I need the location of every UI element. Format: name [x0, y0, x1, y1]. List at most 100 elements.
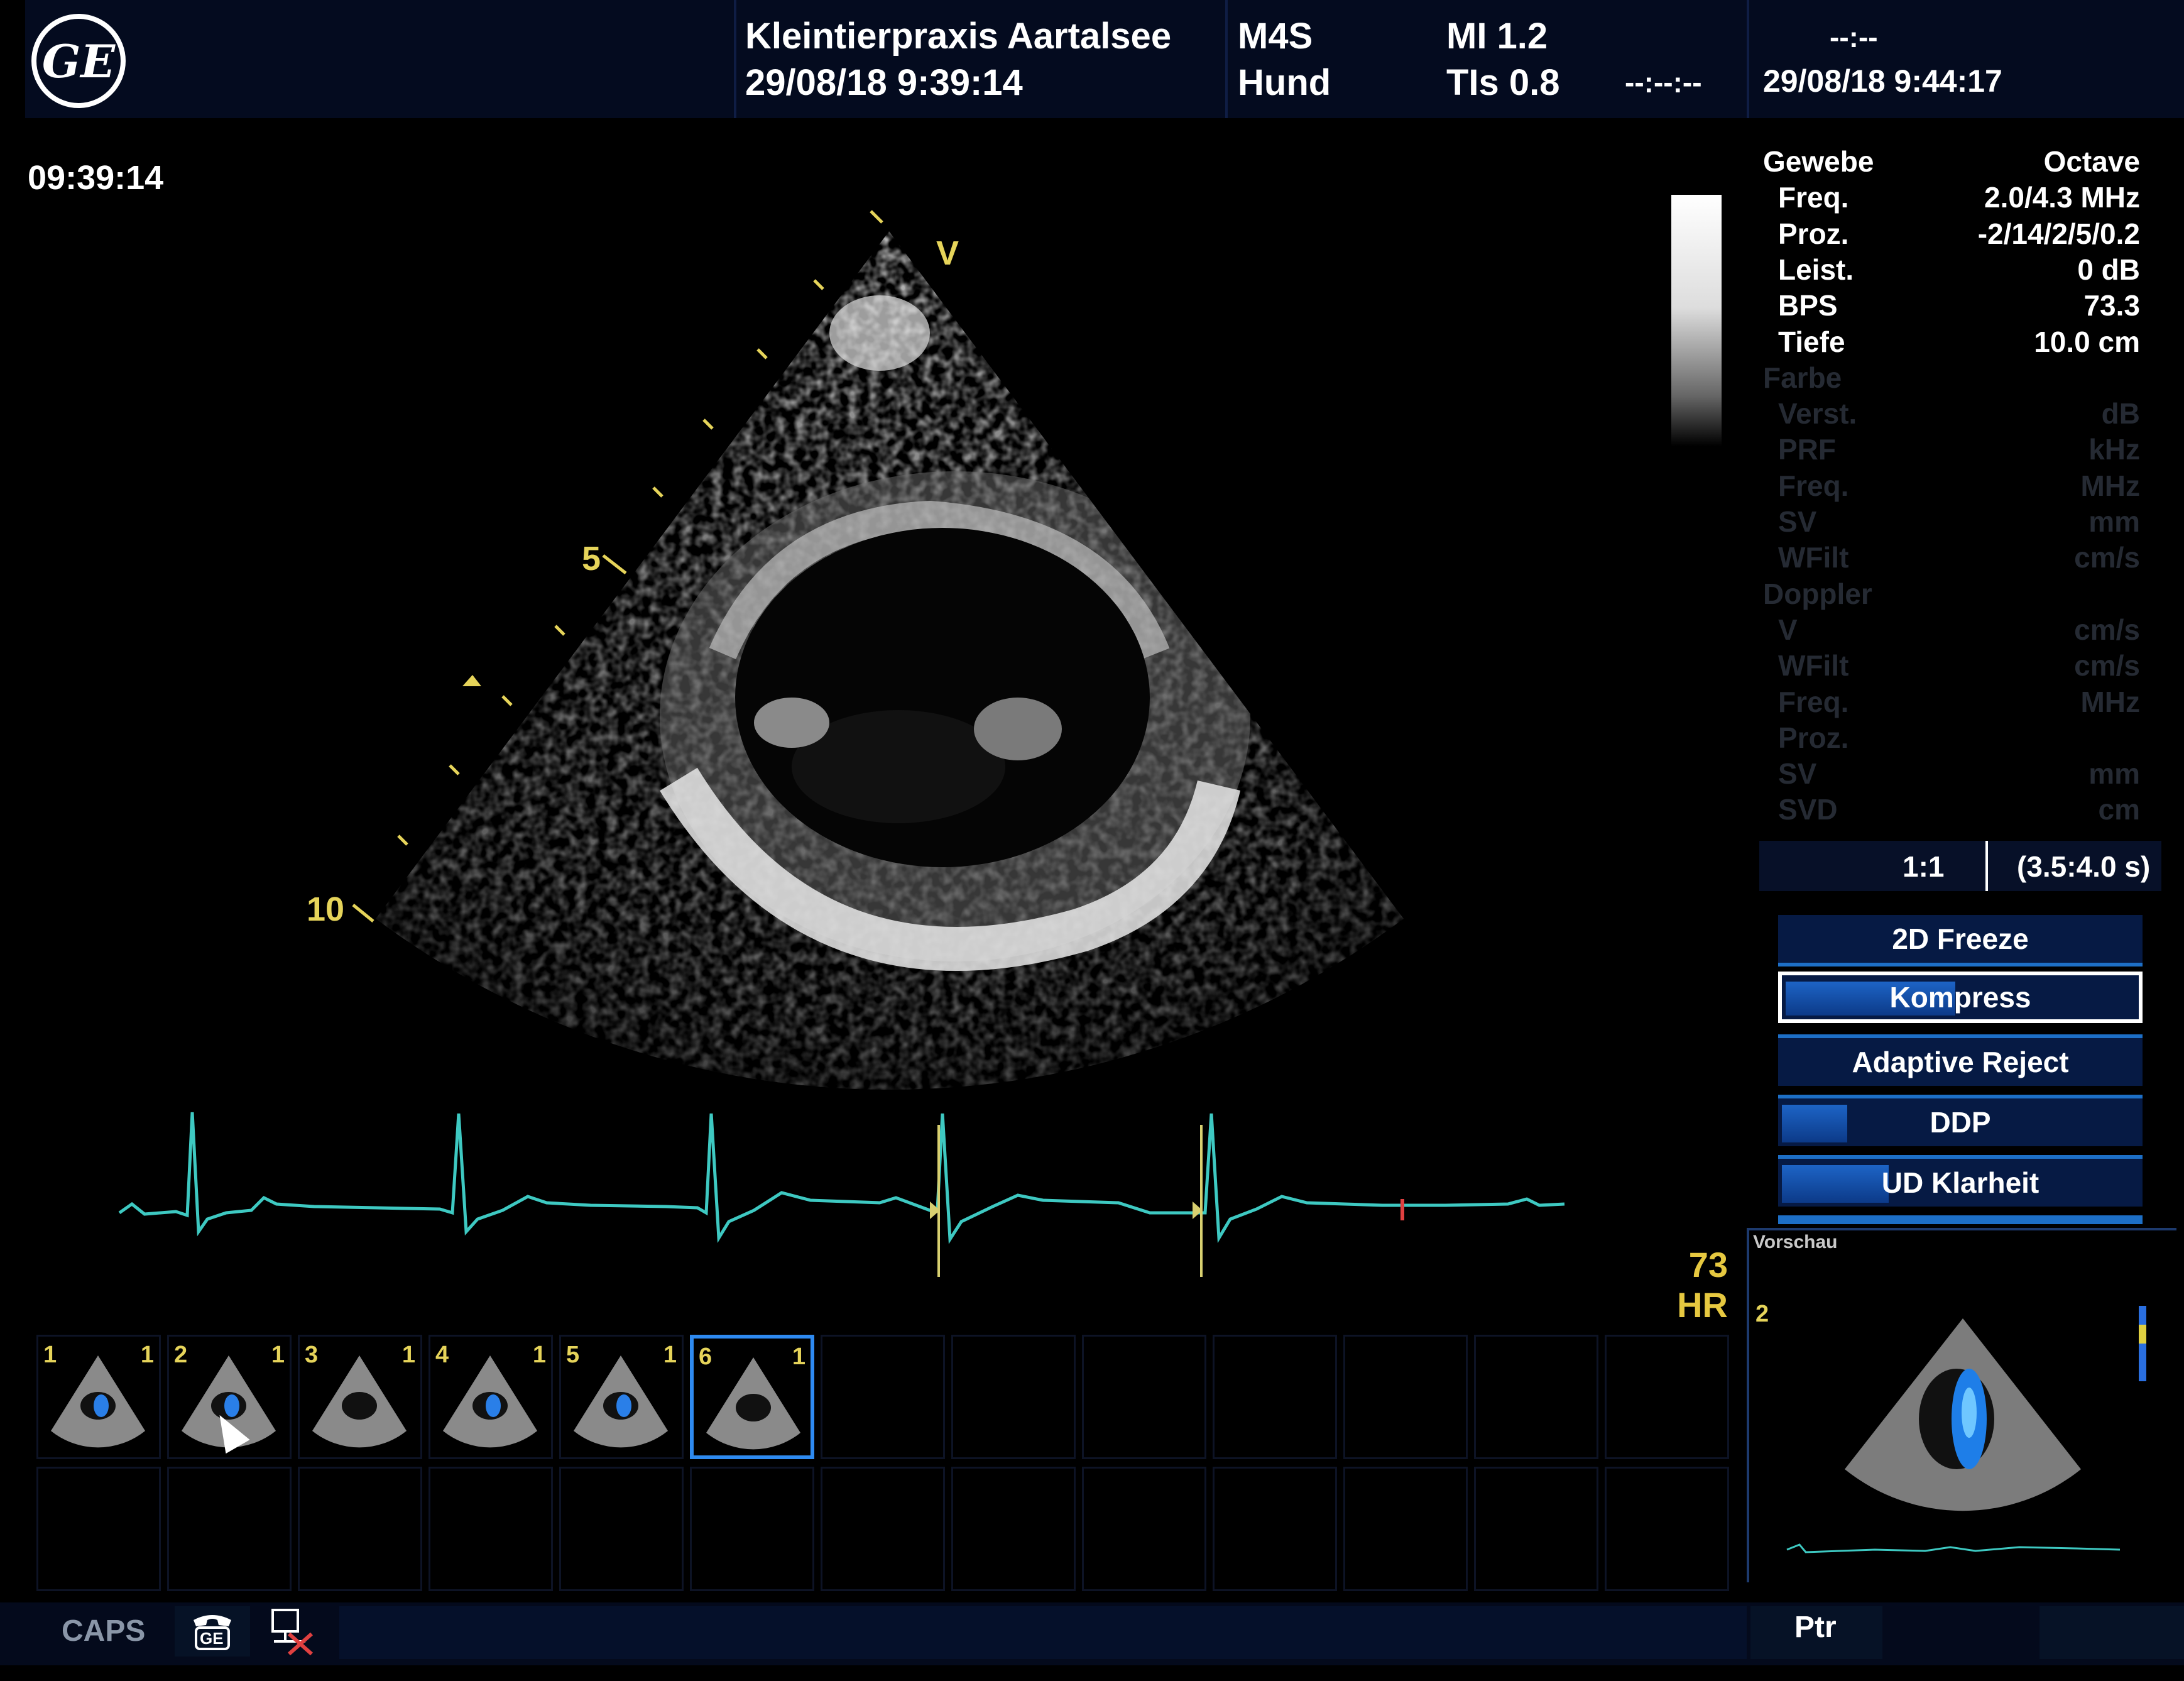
param-label: Gewebe	[1763, 145, 1874, 178]
status-field-right	[2039, 1606, 2184, 1659]
param-value: cm	[2098, 793, 2140, 826]
param-label: V	[1778, 613, 1798, 646]
empty-thumbnail-slot	[559, 1467, 684, 1591]
heart-rate-value: 73	[1688, 1245, 1728, 1284]
param-value: MHz	[2080, 685, 2140, 718]
thumbnail-index: 3	[305, 1342, 319, 1368]
thumbnail-count: 1	[401, 1342, 415, 1368]
param-label: WFilt	[1778, 541, 1849, 574]
2d-freeze-button[interactable]: 2D Freeze	[1778, 915, 2143, 966]
param-label: Freq.	[1778, 469, 1849, 502]
param-value: 0 dB	[2077, 253, 2140, 286]
param-row: Farbe	[1753, 361, 2180, 396]
status-field	[339, 1606, 1747, 1659]
param-row: WFilt cm/s	[1753, 540, 2180, 576]
empty-thumbnail-slot	[1343, 1335, 1468, 1459]
phone-icon-label: GE	[200, 1629, 224, 1648]
empty-thumbnail-slot	[821, 1467, 945, 1591]
param-row: Freq. MHz	[1753, 685, 2180, 720]
empty-thumbnail-slot	[167, 1467, 292, 1591]
caps-lock-indicator: CAPS	[62, 1614, 146, 1648]
clip-thumbnail[interactable]: 41	[429, 1335, 553, 1459]
param-label: Doppler	[1763, 577, 1872, 610]
param-row: Doppler	[1753, 577, 2180, 612]
param-label: Proz.	[1778, 721, 1849, 754]
thumbnail-count: 1	[792, 1344, 805, 1370]
clip-thumbnail[interactable]: 11	[36, 1335, 161, 1459]
param-value: -2/14/2/5/0.2	[1977, 217, 2140, 250]
param-row: PRF kHz	[1753, 432, 2180, 468]
param-label: SV	[1778, 757, 1817, 791]
thumbnail-count: 1	[271, 1342, 285, 1368]
param-label: Freq.	[1778, 685, 1849, 718]
param-value: mm	[2088, 757, 2140, 791]
param-value: 73.3	[2083, 289, 2140, 322]
param-label: Proz.	[1778, 217, 1849, 250]
empty-thumbnail-slot	[298, 1467, 422, 1591]
kompress-label: Kompress	[1889, 981, 2031, 1014]
param-value: mm	[2088, 505, 2140, 538]
ddp-label: DDP	[1930, 1106, 1991, 1139]
playback-divider	[1985, 841, 1988, 891]
button-list-scroll-edge	[1778, 1215, 2143, 1224]
param-value: dB	[2101, 397, 2140, 430]
param-label: PRF	[1778, 433, 1836, 466]
preview-panel: Vorschau 2	[1747, 1228, 2176, 1582]
thumbnail-index: 6	[699, 1344, 713, 1370]
phone-icon[interactable]: GE	[175, 1606, 250, 1656]
2d-freeze-label: 2D Freeze	[1892, 923, 2029, 955]
param-row: WFilt cm/s	[1753, 649, 2180, 684]
empty-thumbnail-slot	[36, 1467, 161, 1591]
pointer-mode-label[interactable]: Ptr	[1794, 1610, 1837, 1645]
adaptive-reject-button[interactable]: Adaptive Reject	[1778, 1034, 2143, 1086]
param-row: Proz.	[1753, 721, 2180, 756]
param-row: BPS 73.3	[1753, 288, 2180, 324]
param-value: MHz	[2080, 469, 2140, 502]
param-label: BPS	[1778, 289, 1838, 322]
thumbnail-index: 5	[566, 1342, 580, 1368]
adaptive-reject-label: Adaptive Reject	[1852, 1046, 2069, 1078]
empty-thumbnail-slot	[429, 1467, 553, 1591]
playback-speed[interactable]: 1:1	[1903, 850, 1944, 884]
param-value: kHz	[2088, 433, 2140, 466]
param-label: SV	[1778, 505, 1817, 538]
clip-thumbnail[interactable]: 61	[690, 1335, 814, 1459]
thumbnail-count: 1	[663, 1342, 677, 1368]
param-row: SV mm	[1753, 505, 2180, 540]
param-value: Octave	[2043, 145, 2140, 178]
empty-thumbnail-slot	[951, 1467, 1076, 1591]
thumbnail-index: 2	[174, 1342, 188, 1368]
param-row: Leist. 0 dB	[1753, 253, 2180, 288]
ud-klarheit-button[interactable]: UD Klarheit	[1778, 1155, 2143, 1207]
kompress-button[interactable]: Kompress	[1778, 972, 2143, 1023]
heart-rate-label: HR	[1677, 1285, 1728, 1325]
empty-thumbnail-slot	[1082, 1335, 1206, 1459]
empty-thumbnail-slot	[1474, 1467, 1598, 1591]
ud-klarheit-label: UD Klarheit	[1882, 1166, 2039, 1200]
empty-thumbnail-slot	[1082, 1467, 1206, 1591]
param-label: SVD	[1778, 793, 1838, 826]
thumbnail-index: 4	[435, 1342, 449, 1368]
ddp-button[interactable]: DDP	[1778, 1095, 2143, 1146]
param-row: Verst. dB	[1753, 397, 2180, 432]
clip-thumbnail[interactable]: 31	[298, 1335, 422, 1459]
param-row: SV mm	[1753, 757, 2180, 792]
empty-thumbnail-slot	[1213, 1335, 1337, 1459]
param-label: Freq.	[1778, 181, 1849, 214]
param-row: Tiefe 10.0 cm	[1753, 325, 2180, 360]
empty-thumbnail-slot	[690, 1467, 814, 1591]
param-value: 2.0/4.3 MHz	[1984, 181, 2140, 214]
network-disconnected-icon[interactable]	[261, 1606, 324, 1656]
param-label: Leist.	[1778, 253, 1854, 286]
empty-thumbnail-slot	[1605, 1335, 1729, 1459]
clip-thumbnail[interactable]: 51	[559, 1335, 684, 1459]
thumbnail-count: 1	[532, 1342, 546, 1368]
empty-thumbnail-slot	[1474, 1335, 1598, 1459]
klarheit-text: Klarheit	[1931, 1166, 2039, 1199]
ud-prefix: UD	[1881, 1166, 1924, 1199]
clip-thumbnail-grid: 112131415161	[36, 1335, 1733, 1599]
param-label: WFilt	[1778, 649, 1849, 682]
cine-range: (3.5:4.0 s)	[2017, 850, 2151, 883]
playback-bar[interactable]: 1:1 (3.5:4.0 s)	[1759, 841, 2161, 891]
param-row: Gewebe Octave	[1753, 145, 2180, 180]
